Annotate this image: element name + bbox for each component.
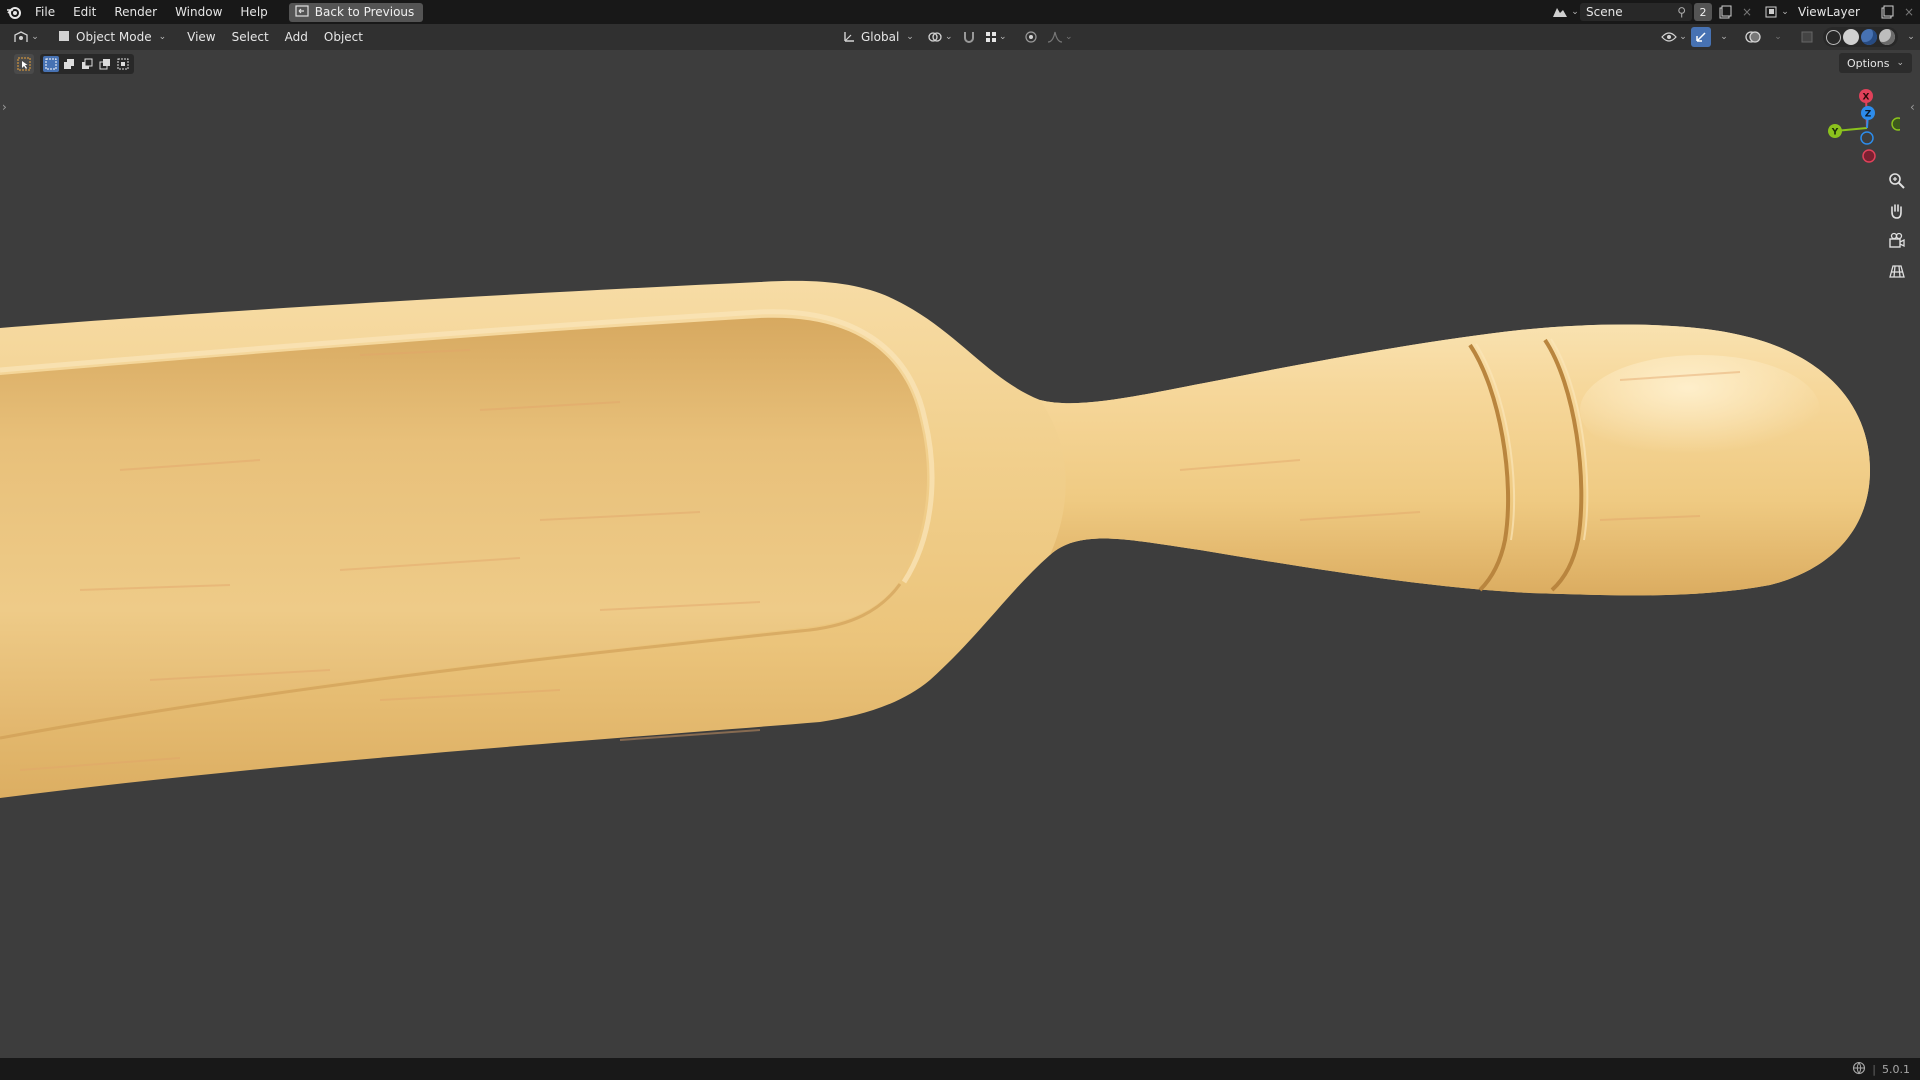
- object-mode-dropdown[interactable]: Object Mode ⌄: [50, 27, 173, 47]
- gizmo-neg-x[interactable]: [1862, 149, 1876, 163]
- menu-edit[interactable]: Edit: [64, 0, 105, 24]
- shading-mode-group: [1823, 27, 1898, 47]
- options-label: Options: [1847, 56, 1890, 70]
- menu-select[interactable]: Select: [224, 24, 277, 50]
- rendered-shading-icon[interactable]: [1879, 29, 1895, 45]
- xray-toggle-icon[interactable]: [1797, 27, 1817, 47]
- select-box-icon[interactable]: [14, 54, 34, 74]
- viewport-header: ⌄ Object Mode ⌄ View Select Add Object G…: [0, 24, 1920, 50]
- transform-tools: Global ⌄ ⌄ ⌄ ⌄: [835, 24, 1075, 50]
- blender-version: 5.0.1: [1882, 1062, 1910, 1076]
- delete-view-layer-icon[interactable]: ×: [1898, 3, 1920, 21]
- snap-increment-icon[interactable]: ⌄: [983, 27, 1009, 47]
- orthographic-grid-icon[interactable]: [1882, 256, 1912, 286]
- subtract-selection-icon[interactable]: [79, 56, 95, 72]
- 3d-viewport[interactable]: › ‹ X Z Y: [0, 50, 1920, 1058]
- top-menu-bar: File Edit Render Window Help Back to Pre…: [0, 0, 1920, 24]
- status-bar: | 5.0.1: [0, 1058, 1920, 1080]
- intersect-selection-icon[interactable]: [115, 56, 131, 72]
- editor-type-icon[interactable]: ⌄: [12, 27, 40, 47]
- scene-name-field[interactable]: Scene ⚲: [1580, 3, 1692, 21]
- gizmo-neg-z[interactable]: [1860, 131, 1874, 145]
- falloff-curve-icon[interactable]: ⌄: [1045, 27, 1075, 47]
- menu-help[interactable]: Help: [231, 0, 276, 24]
- transform-orientation-label: Global: [861, 30, 900, 44]
- delete-scene-icon[interactable]: ×: [1736, 3, 1758, 21]
- new-selection-icon[interactable]: [43, 56, 59, 72]
- scene-name-text: Scene: [1586, 5, 1623, 19]
- knob-highlight: [1580, 355, 1820, 465]
- back-to-previous-label: Back to Previous: [314, 5, 415, 19]
- back-screen-icon: [295, 4, 309, 20]
- snap-magnet-icon[interactable]: [959, 27, 979, 47]
- pin-icon[interactable]: ⚲: [1677, 5, 1686, 19]
- gizmo-neg-y[interactable]: [1891, 117, 1900, 131]
- view-layer-field[interactable]: ViewLayer: [1792, 3, 1876, 21]
- gizmo-z-label: Z: [1865, 110, 1872, 120]
- pan-hand-icon[interactable]: [1882, 196, 1912, 226]
- overlays-icon[interactable]: [1741, 27, 1765, 47]
- view-layer-selector-icon[interactable]: ⌄: [1762, 3, 1792, 21]
- pivot-point-icon[interactable]: ⌄: [925, 27, 955, 47]
- invert-selection-icon[interactable]: [97, 56, 113, 72]
- gizmo-x-label: X: [1863, 93, 1870, 103]
- menu-view[interactable]: View: [179, 24, 223, 50]
- overlays-dropdown-icon[interactable]: ⌄: [1767, 27, 1787, 47]
- chevron-down-icon: ⌄: [158, 32, 167, 42]
- gizmo-dropdown-icon[interactable]: ⌄: [1713, 27, 1733, 47]
- gizmo-y-label: Y: [1831, 128, 1839, 138]
- back-to-previous-button[interactable]: Back to Previous: [288, 2, 424, 22]
- sidebar-toggle-icon[interactable]: ‹: [1910, 100, 1915, 114]
- menu-window[interactable]: Window: [166, 0, 231, 24]
- chevron-down-icon: ⌄: [1896, 58, 1904, 68]
- viewport-display-tools: ⌄ ⌄ ⌄ ⌄: [1659, 24, 1920, 50]
- transform-orientation-dropdown[interactable]: Global ⌄: [835, 27, 921, 47]
- tool-settings-row: [14, 53, 134, 75]
- status-separator: |: [1872, 1062, 1876, 1076]
- object-mode-icon: [57, 29, 71, 46]
- blender-logo-icon[interactable]: [2, 0, 26, 24]
- status-version-info: | 5.0.1: [1852, 1061, 1910, 1078]
- toolbar-toggle-icon[interactable]: ›: [2, 100, 7, 114]
- zoom-icon[interactable]: [1882, 166, 1912, 196]
- menu-file[interactable]: File: [26, 0, 64, 24]
- menu-object[interactable]: Object: [316, 24, 371, 50]
- menu-render[interactable]: Render: [105, 0, 166, 24]
- menu-add[interactable]: Add: [277, 24, 316, 50]
- object-mode-label: Object Mode: [76, 30, 152, 44]
- chevron-down-icon: ⌄: [906, 32, 914, 42]
- scene-selector-icon[interactable]: ⌄: [1550, 3, 1580, 21]
- extend-selection-icon[interactable]: [61, 56, 77, 72]
- viewport-scene[interactable]: [0, 50, 1920, 1058]
- new-view-layer-icon[interactable]: [1876, 3, 1898, 21]
- proportional-editing-icon[interactable]: [1021, 27, 1041, 47]
- material-preview-icon[interactable]: [1861, 29, 1877, 45]
- wireframe-shading-icon[interactable]: [1826, 29, 1841, 45]
- camera-view-icon[interactable]: [1882, 226, 1912, 256]
- shading-dropdown-icon[interactable]: ⌄: [1900, 27, 1920, 47]
- workspace-scene-controls: ⌄ Scene ⚲ 2 × ⌄ ViewLayer ×: [1550, 0, 1920, 24]
- selection-mode-group: [40, 54, 134, 74]
- network-globe-icon[interactable]: [1852, 1061, 1866, 1078]
- solid-shading-icon[interactable]: [1843, 29, 1859, 45]
- scene-users-count[interactable]: 2: [1694, 3, 1712, 21]
- options-dropdown[interactable]: Options ⌄: [1839, 53, 1912, 73]
- orientation-axes-icon: [842, 29, 856, 46]
- new-scene-icon[interactable]: [1714, 3, 1736, 21]
- show-gizmo-icon[interactable]: [1691, 27, 1711, 47]
- navigation-gizmo[interactable]: X Z Y: [1820, 84, 1900, 164]
- visibility-eye-icon[interactable]: ⌄: [1659, 27, 1689, 47]
- view-layer-text: ViewLayer: [1798, 5, 1860, 19]
